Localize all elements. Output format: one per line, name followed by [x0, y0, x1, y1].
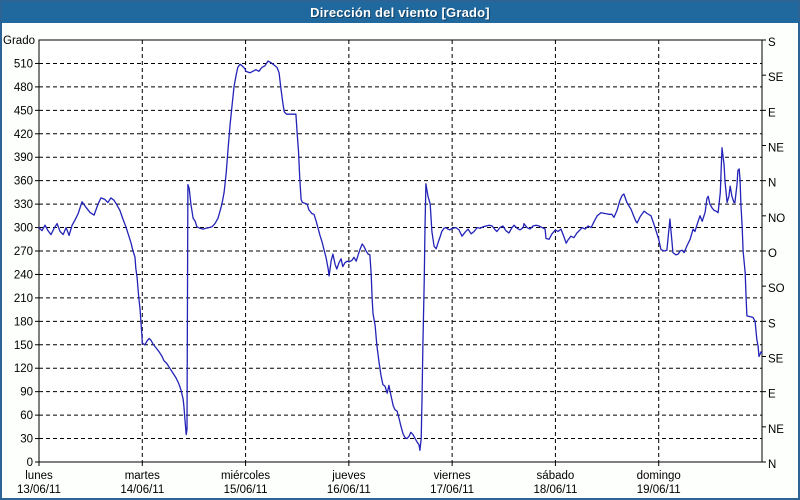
y-left-tick-label: 300	[14, 223, 33, 235]
x-day-date-label: 18/06/11	[533, 484, 577, 496]
y-left-tick-label: 210	[14, 293, 33, 305]
x-day-name-label: sábado	[537, 470, 575, 482]
y-right-compass-label: SE	[768, 72, 784, 84]
y-left-tick-label: 510	[14, 58, 33, 70]
y-right-compass-label: S	[768, 318, 776, 330]
chart-window: Dirección del viento [Grado] 0 30 60 90 120 1…	[0, 0, 800, 500]
x-day-name-label: miércoles	[221, 470, 270, 482]
y-axis-title: Grado	[3, 35, 35, 47]
y-right-compass-label: E	[768, 389, 776, 401]
y-left-tick-label: 150	[14, 340, 33, 352]
window-title: Dirección del viento [Grado]	[310, 5, 490, 20]
y-left-tick-label: 420	[14, 129, 33, 141]
window-title-bar: Dirección del viento [Grado]	[2, 2, 798, 23]
x-day-date-label: 13/06/11	[17, 484, 61, 496]
x-day-date-label: 17/06/11	[430, 484, 474, 496]
y-left-tick-label: 90	[20, 387, 33, 399]
y-right-compass-label: SE	[768, 354, 784, 366]
y-right-compass-label: O	[768, 248, 777, 260]
y-left-tick-label: 480	[14, 82, 33, 94]
y-right-compass-label: NE	[768, 424, 784, 436]
y-right-compass-label: N	[768, 178, 776, 190]
y-right-compass-label: NE	[768, 143, 784, 155]
x-day-name-label: jueves	[331, 470, 365, 482]
y-right-compass-label: NO	[768, 213, 785, 225]
y-left-tick-label: 60	[20, 410, 33, 422]
y-left-tick-label: 240	[14, 269, 33, 281]
y-left-tick-label: 390	[14, 152, 33, 164]
y-right-compass-label: N	[768, 459, 776, 471]
y-left-tick-label: 120	[14, 363, 33, 375]
x-day-name-label: lunes	[25, 470, 53, 482]
x-day-date-label: 16/06/11	[327, 484, 371, 496]
y-right-compass-label: SO	[768, 283, 785, 295]
y-right-compass-label: S	[768, 37, 776, 49]
x-day-date-label: 19/06/11	[637, 484, 681, 496]
wind-direction-chart[interactable]: 0 30 60 90 120 150 180 210 240 270 300 330 360 390 420…	[2, 23, 798, 498]
x-day-date-label: 15/06/11	[224, 484, 268, 496]
x-day-name-label: viernes	[434, 470, 471, 482]
y-left-tick-label: 270	[14, 246, 33, 258]
y-left-tick-label: 360	[14, 176, 33, 188]
x-day-name-label: martes	[125, 470, 160, 482]
x-day-date-label: 14/06/11	[120, 484, 164, 496]
y-left-tick-label: 0	[27, 457, 33, 469]
x-day-name-label: domingo	[637, 470, 681, 482]
y-right-compass-label: E	[768, 107, 776, 119]
y-left-tick-label: 330	[14, 199, 33, 211]
chart-region: 0 30 60 90 120 150 180 210 240 270 300 330 360 390 420…	[2, 23, 798, 498]
y-left-tick-label: 30	[20, 434, 33, 446]
y-left-tick-label: 450	[14, 105, 33, 117]
y-left-tick-label: 180	[14, 316, 33, 328]
